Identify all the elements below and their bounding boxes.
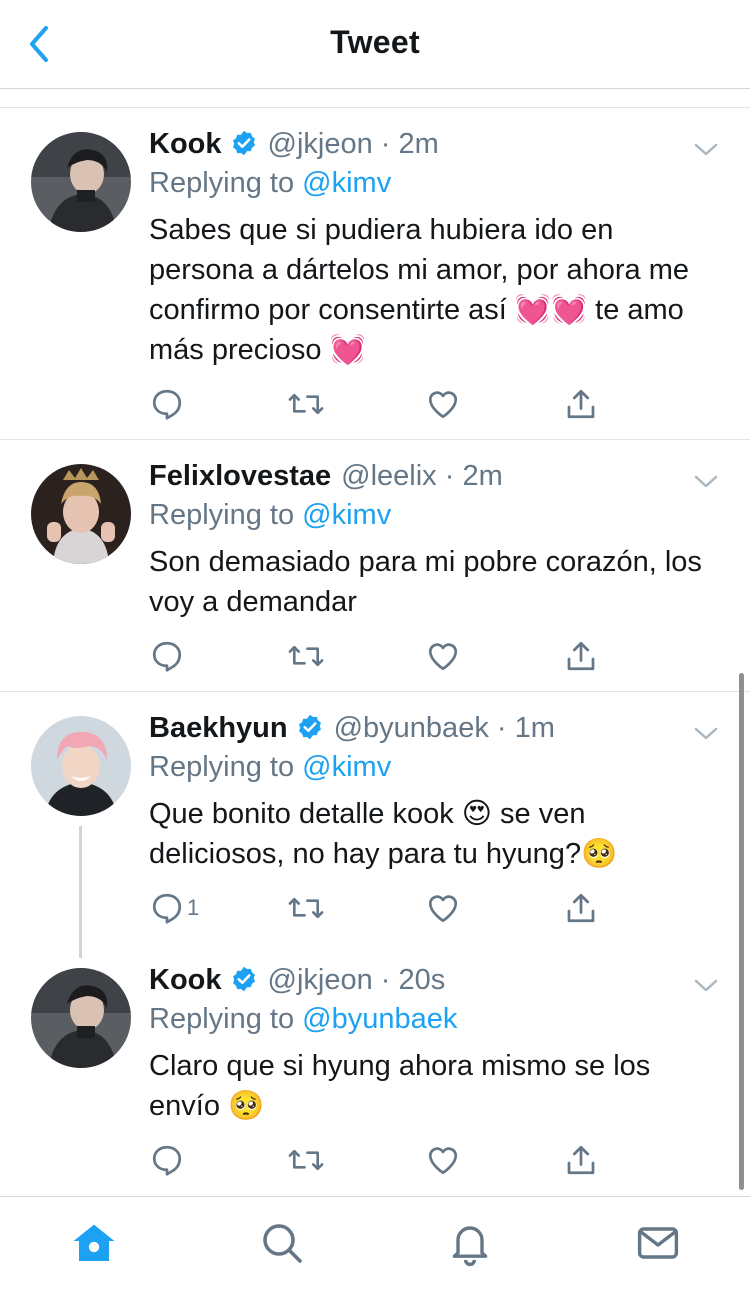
timestamp: 20s xyxy=(398,964,446,996)
like-button[interactable] xyxy=(425,1138,461,1182)
retweet-button[interactable] xyxy=(287,886,325,930)
replying-to-label: Replying to xyxy=(149,499,295,531)
replying-to-label: Replying to xyxy=(149,751,295,783)
reply-icon xyxy=(152,1145,182,1176)
mention-link[interactable]: @byunbaek xyxy=(302,1003,457,1035)
reply-icon xyxy=(152,641,182,672)
tweet-text: Son demasiado para mi pobre corazón, los… xyxy=(149,546,702,618)
mention-link[interactable]: @kimv xyxy=(302,167,391,199)
retweet-button[interactable] xyxy=(287,382,325,426)
author-name[interactable]: Felixlovestae xyxy=(149,460,331,492)
replying-to-label: Replying to xyxy=(149,1003,295,1035)
tweet-header: Baekhyun @byunbaek · 1m xyxy=(149,712,555,744)
avatar[interactable] xyxy=(31,968,131,1068)
author-handle: @byunbaek xyxy=(333,712,489,744)
tweet-actions xyxy=(149,634,609,678)
reply-button[interactable] xyxy=(149,1138,187,1182)
tweet-actions xyxy=(149,1138,609,1182)
reply-button[interactable] xyxy=(149,634,187,678)
author-handle: @jkjeon xyxy=(267,128,373,160)
like-button[interactable] xyxy=(425,886,461,930)
mention-link[interactable]: @kimv xyxy=(302,751,391,783)
tab-notifications[interactable] xyxy=(446,1219,494,1267)
retweet-icon xyxy=(288,645,324,667)
top-nav-bar: Tweet xyxy=(0,0,750,89)
reply-button[interactable]: 1 xyxy=(149,886,199,930)
heart-icon xyxy=(428,391,458,419)
avatar[interactable] xyxy=(31,132,131,232)
tweet[interactable]: Kook @jkjeon · 20s Replying to @byunbaek … xyxy=(0,944,750,1194)
tweet-header: Felixlovestae @leelix · 2m xyxy=(149,460,503,492)
tweet-header: Kook @jkjeon · 2m xyxy=(149,128,439,160)
share-icon xyxy=(567,1145,595,1175)
like-button[interactable] xyxy=(425,382,461,426)
retweet-button[interactable] xyxy=(287,1138,325,1182)
heart-icon xyxy=(428,643,458,671)
tab-messages[interactable] xyxy=(634,1219,682,1267)
replying-to: Replying to @byunbaek xyxy=(149,1000,720,1038)
share-button[interactable] xyxy=(563,634,599,678)
scrollbar[interactable] xyxy=(739,673,744,1190)
retweet-icon xyxy=(288,1149,324,1171)
author-name[interactable]: Kook xyxy=(149,128,222,160)
reply-button[interactable] xyxy=(149,382,187,426)
tweet[interactable]: Baekhyun @byunbaek · 1m Replying to @kimv… xyxy=(0,692,750,952)
author-name[interactable]: Baekhyun xyxy=(149,712,288,744)
author-handle: @leelix xyxy=(341,460,437,492)
chevron-down-icon[interactable] xyxy=(692,724,720,744)
heart-icon xyxy=(428,895,458,923)
reply-count: 1 xyxy=(187,895,200,920)
share-button[interactable] xyxy=(563,886,599,930)
replying-to: Replying to @kimv xyxy=(149,164,720,202)
notifications-icon xyxy=(452,1226,488,1267)
mention-link[interactable]: @kimv xyxy=(302,499,391,531)
share-icon xyxy=(567,389,595,419)
tweet-actions: 1 xyxy=(149,886,609,930)
tweet[interactable]: Felixlovestae @leelix · 2m Replying to @k… xyxy=(0,440,750,690)
share-button[interactable] xyxy=(563,382,599,426)
replying-to: Replying to @kimv xyxy=(149,496,720,534)
share-icon xyxy=(567,893,595,923)
retweet-icon xyxy=(288,393,324,415)
like-button[interactable] xyxy=(425,634,461,678)
chevron-down-icon[interactable] xyxy=(692,472,720,492)
tweet-text: Sabes que si pudiera hubiera ido en pers… xyxy=(149,214,689,366)
tab-home[interactable] xyxy=(70,1219,118,1267)
author-handle: @jkjeon xyxy=(267,964,373,996)
page-title: Tweet xyxy=(330,24,420,60)
verified-badge-icon xyxy=(232,130,255,156)
heart-icon xyxy=(428,1147,458,1175)
retweet-button[interactable] xyxy=(287,634,325,678)
author-name[interactable]: Kook xyxy=(149,964,222,996)
replying-to-label: Replying to xyxy=(149,167,295,199)
home-icon xyxy=(73,1224,115,1261)
bottom-tab-bar xyxy=(0,1196,750,1295)
replying-to: Replying to @kimv xyxy=(149,748,720,786)
avatar[interactable] xyxy=(31,464,131,564)
verified-badge-icon xyxy=(298,714,321,740)
timestamp: 2m xyxy=(398,128,439,160)
share-icon xyxy=(567,641,595,671)
tweet-text: Claro que si hyung ahora mismo se los en… xyxy=(149,1050,651,1122)
timestamp: 1m xyxy=(514,712,555,744)
tweet-actions xyxy=(149,382,609,426)
chevron-down-icon[interactable] xyxy=(692,976,720,996)
tweet[interactable]: Kook @jkjeon · 2m Replying to @kimv Sabes… xyxy=(0,108,750,439)
timestamp: 2m xyxy=(462,460,503,492)
share-button[interactable] xyxy=(563,1138,599,1182)
retweet-icon xyxy=(288,897,324,919)
search-icon xyxy=(263,1224,302,1263)
verified-badge-icon xyxy=(232,966,255,992)
tweet-header: Kook @jkjeon · 20s xyxy=(149,964,446,996)
tweet-text: Que bonito detalle kook 😍 se ven delicio… xyxy=(149,798,618,870)
tab-search[interactable] xyxy=(258,1219,306,1267)
messages-icon xyxy=(637,1227,679,1259)
chevron-down-icon[interactable] xyxy=(692,140,720,160)
reply-icon xyxy=(152,389,182,420)
avatar[interactable] xyxy=(31,716,131,816)
reply-icon xyxy=(152,893,182,924)
